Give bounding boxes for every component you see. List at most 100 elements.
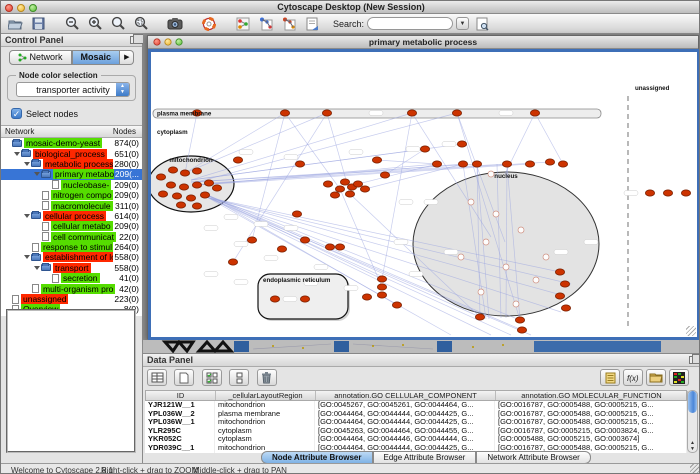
tree-row[interactable]: transport558(0) [1, 263, 142, 273]
tree-row[interactable]: biological_process651(0) [1, 148, 142, 158]
expand-arrow-icon[interactable] [24, 162, 30, 166]
tree-row[interactable]: cellular process614(0) [1, 211, 142, 221]
select-attributes-button[interactable] [202, 369, 222, 386]
attribute-table[interactable]: ID_cellularLayoutRegionannotation.GO CEL… [145, 390, 687, 453]
graph-node [472, 161, 481, 167]
zoom-out-button[interactable] [62, 15, 82, 32]
search-options-button[interactable] [472, 15, 492, 32]
column-header[interactable]: ID [146, 391, 216, 400]
tab-overflow-arrow[interactable]: ▶ [120, 50, 134, 65]
node-label-pill [264, 256, 278, 261]
folder-icon [41, 171, 51, 178]
table-row[interactable]: YPL036W__2plasma membrane[GO:0044464, GO… [145, 410, 687, 419]
network-canvas[interactable]: plasma membranecytoplasmmitochondrionnuc… [148, 49, 700, 340]
table-cell: [GO:0016787, GO:0005488, GO:0005215, G..… [495, 401, 687, 410]
network-view-window[interactable]: primary metabolic process plasma membran… [147, 35, 699, 339]
delete-attribute-button[interactable] [257, 369, 277, 386]
tree-row-label: establishment of lo [43, 252, 118, 262]
attribute-dropdown[interactable]: transporter activity ▲▼ [16, 82, 130, 97]
expand-arrow-icon[interactable] [14, 152, 20, 156]
network-view-titlebar[interactable]: primary metabolic process [148, 36, 698, 49]
tree-row[interactable]: response to stimul264(0) [1, 242, 142, 252]
search-dropdown-button[interactable]: ▼ [456, 17, 469, 30]
tree-row[interactable]: unassigned223(0) [1, 294, 142, 304]
tree-row[interactable]: secretion41(0) [1, 273, 142, 283]
node-label-pill [554, 250, 568, 255]
graph-node [192, 168, 201, 174]
tab-mosaic[interactable]: Mosaic [72, 50, 121, 65]
heatmap-button[interactable] [669, 369, 689, 386]
snapshot-button[interactable] [165, 15, 185, 32]
graph-node [172, 193, 181, 199]
zoom-selected-button[interactable] [131, 15, 151, 32]
tree-row[interactable]: cell communicat22(0) [1, 232, 142, 242]
table-row[interactable]: YPL036W__1mitochondrion[GO:0044464, GO:0… [145, 418, 687, 427]
window-resize-grip[interactable] [690, 464, 700, 474]
graph-node [345, 191, 354, 197]
table-row[interactable]: YKR052Ccytoplasm[GO:0044464, GO:0044446,… [145, 435, 687, 444]
tree-row[interactable]: establishment of lo558(0) [1, 252, 142, 262]
scrollbar-thumb[interactable] [688, 391, 697, 413]
column-header[interactable]: _cellularLayoutRegion [216, 391, 316, 400]
network-graph: plasma membranecytoplasmmitochondrionnuc… [151, 52, 697, 337]
create-attribute-button[interactable] [174, 369, 194, 386]
tree-row[interactable]: multi-organism pro42(0) [1, 283, 142, 293]
table-cell: [GO:0016787, GO:0005488, GO:0005215, G..… [495, 418, 687, 427]
graph-node [166, 182, 175, 188]
background-windows-strip [143, 340, 700, 353]
graph-node [530, 110, 539, 116]
open-session-button[interactable] [5, 15, 25, 32]
expand-arrow-icon[interactable] [24, 255, 30, 259]
column-header[interactable]: annotation.GO MOLECULAR_FUNCTION [496, 391, 688, 400]
svg-text:f(x): f(x) [627, 374, 639, 383]
expand-arrow-icon[interactable] [34, 172, 40, 176]
birdseye-view[interactable] [6, 309, 136, 453]
layout-network-button[interactable] [233, 15, 253, 32]
expand-arrow-icon[interactable] [24, 214, 30, 218]
tree-row-count: 209(... [114, 169, 139, 179]
tree-row[interactable]: primary metabo209(... [1, 169, 142, 179]
help-button[interactable] [199, 15, 219, 32]
attribute-table-body: YJR121W__1mitochondrion[GO:0045267, GO:0… [145, 401, 687, 453]
attribute-grid-button[interactable] [147, 369, 167, 386]
save-session-button[interactable] [28, 15, 48, 32]
nucleus-subnode [468, 199, 474, 205]
table-cell: cytoplasm [215, 435, 315, 444]
select-nodes-checkbox[interactable]: ✓ [11, 108, 22, 119]
scrollbar-arrows[interactable]: ▲▼ [688, 440, 697, 452]
attribute-table-header[interactable]: ID_cellularLayoutRegionannotation.GO CEL… [145, 390, 687, 401]
tree-header[interactable]: Network Nodes [1, 125, 142, 138]
tree-row[interactable]: macromolecule311(0) [1, 200, 142, 210]
tree-row[interactable]: metabolic process280(0) [1, 159, 142, 169]
zoom-in-button[interactable] [85, 15, 105, 32]
tab-network[interactable]: Network [9, 50, 72, 65]
search-input[interactable] [367, 17, 453, 30]
expand-arrow-icon[interactable] [34, 266, 40, 270]
column-header[interactable]: annotation.GO CELLULAR_COMPONENT [316, 391, 496, 400]
data-panel-float-icon[interactable] [689, 356, 698, 364]
destroy-network-view-button[interactable] [279, 15, 299, 32]
graph-node [325, 244, 334, 250]
tree-row-label: cell communicat [51, 232, 116, 242]
import-attributes-button[interactable] [646, 369, 666, 386]
new-network-view-button[interactable] [256, 15, 276, 32]
tree-row[interactable]: mosaic-demo-yeast874(0) [1, 138, 142, 148]
unselect-attributes-button[interactable] [229, 369, 249, 386]
view-resize-grip[interactable] [686, 326, 696, 336]
tree-row-count: 22(0) [118, 232, 139, 242]
tree-row[interactable]: cellular metabo209(0) [1, 221, 142, 231]
zoom-fit-button[interactable] [108, 15, 128, 32]
graph-node [233, 157, 242, 163]
table-scrollbar[interactable]: ▲▼ [687, 390, 698, 453]
table-cell: YPL036W__1 [145, 418, 215, 427]
tree-row[interactable]: nucleobase-209(0) [1, 180, 142, 190]
tree-row[interactable]: nitrogen compo209(0) [1, 190, 142, 200]
attribute-batch-button[interactable] [600, 369, 620, 386]
table-row[interactable]: YLR295Ccytoplasm[GO:0045263, GO:0044464,… [145, 427, 687, 436]
float-panel-icon[interactable] [130, 36, 139, 44]
function-builder-button[interactable]: f(x) [623, 369, 643, 386]
vizmapper-button[interactable] [302, 15, 322, 32]
tree-row-count: 558(0) [113, 252, 139, 262]
table-row[interactable]: YJR121W__1mitochondrion[GO:0045267, GO:0… [145, 401, 687, 410]
node-label-pill [344, 286, 358, 291]
